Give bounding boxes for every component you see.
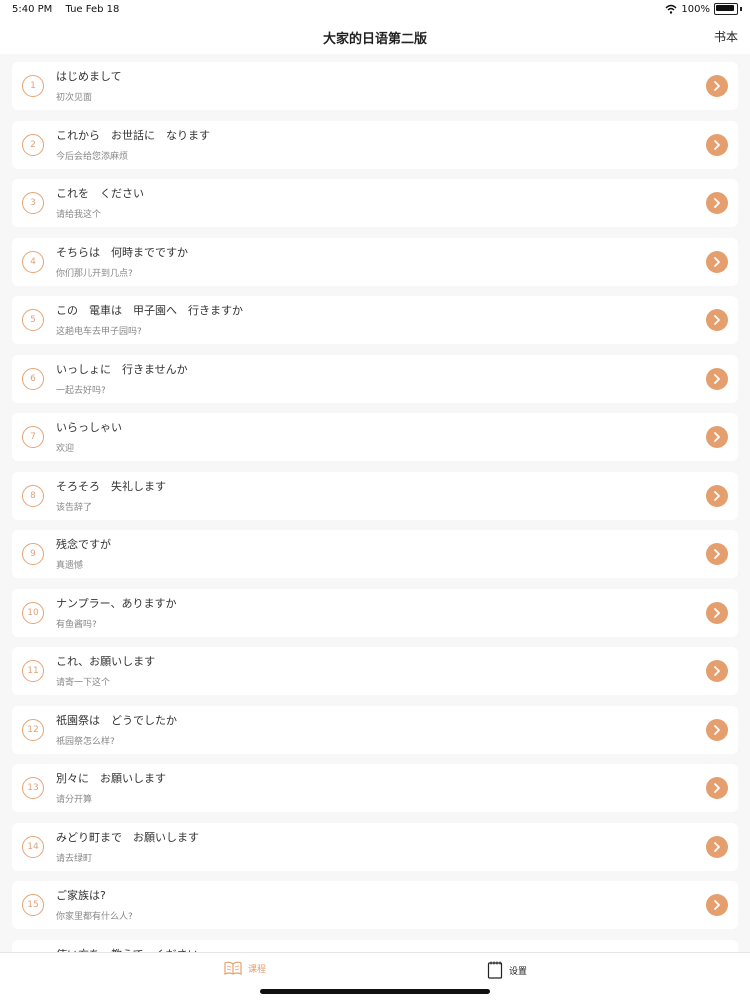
lesson-subtitle: 真遗憾 — [56, 561, 84, 571]
battery-icon — [714, 3, 738, 15]
lesson-subtitle: 有鱼酱吗? — [56, 619, 97, 630]
lesson-number: 2 — [22, 133, 44, 156]
lesson-subtitle: 请去绿町 — [56, 853, 93, 864]
chevron-right-icon[interactable] — [706, 835, 728, 858]
status-left: 5:40 PM Tue Feb 18 — [12, 4, 129, 15]
chevron-right-icon[interactable] — [706, 718, 728, 741]
lesson-subtitle: 请寄一下这个 — [56, 678, 111, 688]
lesson-number: 11 — [22, 660, 44, 682]
tab-settings-label: 设置 — [509, 966, 528, 977]
lesson-number: 14 — [22, 835, 44, 858]
open-book-icon — [224, 961, 242, 975]
chevron-right-icon[interactable] — [706, 192, 728, 214]
lesson-title: ナンプラー、ありますか — [56, 596, 177, 610]
lesson-card[interactable]: 5 この 電車は 甲子園へ 行きますか 这趟电车去甲子园吗? — [12, 296, 738, 344]
lesson-subtitle: 请分开算 — [56, 795, 93, 805]
lesson-subtitle: 该告辞了 — [56, 502, 93, 513]
chevron-right-icon[interactable] — [706, 75, 728, 97]
lesson-title: 残念ですが — [56, 538, 111, 551]
chevron-right-icon[interactable] — [706, 777, 728, 799]
status-right: 100% — [665, 3, 742, 15]
page-title: 大家的日语第二版 — [322, 32, 427, 47]
lesson-number: 4 — [22, 250, 44, 273]
lesson-subtitle: 初次见面 — [56, 93, 93, 103]
lesson-title: これ、お願いします — [56, 655, 156, 668]
lesson-title: これを ください — [56, 187, 144, 200]
lesson-card[interactable]: 4 そちらは 何時までですか 你们那儿开到几点? — [12, 237, 738, 286]
home-indicator — [260, 989, 490, 994]
lesson-card[interactable]: 3 これを ください 请给我这个 — [12, 179, 738, 227]
lesson-title: これから お世話に なります — [56, 128, 210, 142]
lesson-card[interactable]: 9 残念ですが真遗憾 — [12, 530, 738, 578]
lesson-subtitle: 你家里都有什么人? — [56, 912, 133, 922]
lesson-card[interactable]: 12 祇園祭は どうでしたか 祇园祭怎么样? — [12, 705, 738, 754]
lesson-title: 祇園祭は どうでしたか — [56, 713, 177, 727]
lesson-number: 12 — [22, 718, 44, 741]
lesson-number: 6 — [22, 367, 44, 390]
lesson-number: 10 — [22, 601, 44, 624]
lesson-number: 9 — [22, 543, 44, 565]
battery-percent: 100% — [681, 3, 710, 15]
lesson-number: 7 — [22, 426, 44, 448]
lesson-card[interactable]: 10 ナンプラー、ありますか 有鱼酱吗? — [12, 588, 738, 637]
lesson-number: 13 — [22, 777, 44, 799]
lesson-card[interactable]: 11 これ、お願いします 请寄一下这个 — [12, 647, 738, 695]
lesson-card[interactable]: 6 いっしょに 行きませんか 一起去好吗? — [12, 354, 738, 403]
lesson-subtitle: 请给我这个 — [56, 210, 102, 220]
chevron-right-icon[interactable] — [706, 543, 728, 565]
lesson-card[interactable]: 13 別々に お願いします 请分开算 — [12, 764, 738, 812]
tab-courses-label: 课程 — [248, 964, 267, 975]
lesson-title: ご家族は? — [56, 889, 106, 902]
lesson-title: この 電車は 甲子園へ 行きますか — [56, 304, 243, 317]
lesson-list[interactable]: 1 はじめまして 初次见面 2 これから お世話に なります 今后会给您添麻烦 3 これを く… — [0, 54, 750, 952]
lesson-title: そちらは 何時までですか — [56, 245, 188, 259]
lesson-title: いっしょに 行きませんか — [56, 362, 188, 376]
lesson-card[interactable]: 15 ご家族は? 你家里都有什么人? — [12, 881, 738, 929]
lesson-subtitle: 欢迎 — [56, 444, 75, 454]
lesson-subtitle: 祇园祭怎么样? — [56, 736, 115, 747]
lesson-number: 15 — [22, 894, 44, 916]
chevron-right-icon[interactable] — [706, 133, 728, 156]
lesson-subtitle: 一起去好吗? — [56, 385, 106, 396]
chevron-right-icon[interactable] — [706, 484, 728, 507]
chevron-right-icon[interactable] — [706, 309, 728, 331]
lesson-title: いらっしゃい — [56, 421, 122, 434]
battery-tip — [740, 7, 742, 11]
chevron-right-icon[interactable] — [706, 660, 728, 682]
status-date: Tue Feb 18 — [65, 4, 120, 15]
chevron-right-icon[interactable] — [706, 601, 728, 624]
notebook-icon — [487, 961, 503, 979]
lesson-number: 3 — [22, 192, 44, 214]
lesson-title: はじめまして — [56, 70, 122, 83]
chevron-right-icon[interactable] — [706, 426, 728, 448]
lesson-subtitle: 这趟电车去甲子园吗? — [56, 327, 142, 337]
lesson-title: みどり町まで お願いします — [56, 830, 199, 844]
lesson-card[interactable]: 2 これから お世話に なります 今后会给您添麻烦 — [12, 120, 738, 169]
lesson-title: そろそろ 失礼します — [56, 479, 166, 493]
lesson-subtitle: 你们那儿开到几点? — [56, 268, 133, 279]
tab-settings[interactable]: 设置 — [487, 961, 527, 979]
status-bar: 5:40 PM Tue Feb 18 100% — [0, 0, 750, 20]
chevron-right-icon[interactable] — [706, 894, 728, 916]
chevron-right-icon[interactable] — [706, 250, 728, 273]
lesson-card[interactable]: 14 みどり町まで お願いします 请去绿町 — [12, 822, 738, 871]
lesson-number: 8 — [22, 484, 44, 507]
lesson-card[interactable]: 16使い方を 教えて ください — [12, 939, 738, 952]
status-time: 5:40 PM — [12, 4, 53, 15]
chevron-right-icon[interactable] — [706, 367, 728, 390]
lesson-title: 別々に お願いします — [56, 772, 166, 785]
lesson-number: 1 — [22, 75, 44, 97]
lesson-card[interactable]: 7 いらっしゃい 欢迎 — [12, 413, 738, 461]
lesson-number: 5 — [22, 309, 44, 331]
lesson-card[interactable]: 1 はじめまして 初次见面 — [12, 62, 738, 110]
tab-courses[interactable]: 课程 — [224, 961, 266, 975]
navigation-bar: 大家的日语第二版 书本 — [0, 20, 750, 54]
wifi-icon — [665, 4, 677, 14]
lesson-subtitle: 今后会给您添麻烦 — [56, 151, 129, 162]
lesson-card[interactable]: 8 そろそろ 失礼します 该告辞了 — [12, 471, 738, 520]
book-button[interactable]: 书本 — [714, 28, 738, 45]
